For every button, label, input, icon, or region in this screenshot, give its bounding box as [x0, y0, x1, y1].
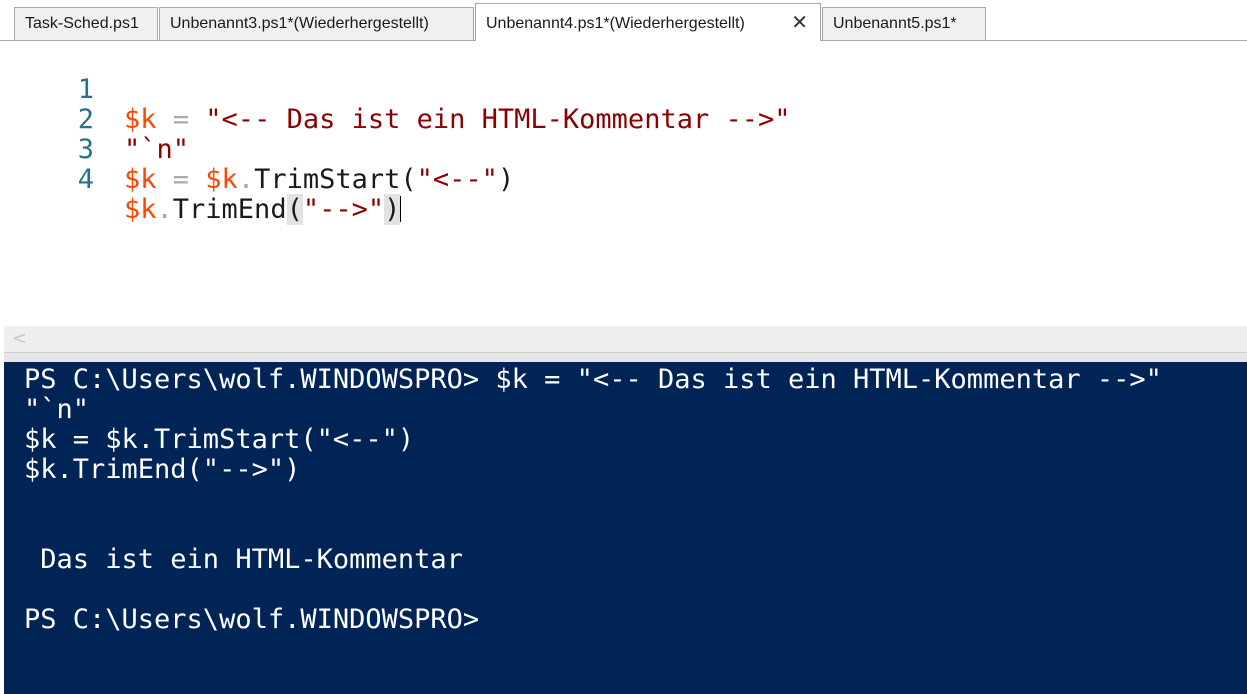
token-variable: $k: [205, 164, 238, 195]
token-operator: .: [237, 164, 255, 195]
token-punctuation: ): [384, 194, 401, 225]
token-punctuation: (: [400, 164, 417, 195]
code-line: 1 $k = "<-- Das ist ein HTML-Kommentar -…: [4, 45, 791, 135]
token-operator: =: [156, 164, 206, 195]
tab-label: Unbenannt3.ps1*(Wiederhergestellt): [170, 15, 429, 32]
token-string: "-->": [302, 194, 385, 225]
token-method: TrimEnd: [172, 194, 287, 225]
console-prompt[interactable]: PS C:\Users\wolf.WINDOWSPRO>: [24, 605, 479, 635]
token-operator: =: [156, 104, 206, 135]
console-line: $k.TrimEnd("-->"): [24, 454, 301, 485]
token-operator: .: [156, 194, 173, 225]
code-line: 2 "`n": [4, 75, 189, 165]
tab-task-sched[interactable]: Task-Sched.ps1: [14, 7, 158, 40]
console-line: "`n": [24, 394, 90, 425]
console-pane[interactable]: PS C:\Users\wolf.WINDOWSPRO> $k = "<-- D…: [4, 362, 1247, 694]
tab-label: Unbenannt4.ps1*(Wiederhergestellt): [486, 15, 745, 32]
token-string: "<--": [416, 164, 498, 195]
token-variable: $k: [124, 104, 157, 135]
text-caret: [400, 196, 402, 222]
editor-horizontal-scrollbar[interactable]: <: [4, 326, 1247, 352]
token-punctuation: ): [497, 164, 515, 195]
console-line: $k = $k.TrimStart("<--"): [24, 424, 415, 455]
code-line: 3 $k = $k.TrimStart("<--"): [4, 105, 514, 195]
code-line: 4 $k.TrimEnd("-->"): [4, 135, 402, 225]
console-line: PS C:\Users\wolf.WINDOWSPRO> $k = "<-- D…: [24, 364, 1162, 395]
tab-unbenannt3[interactable]: Unbenannt3.ps1*(Wiederhergestellt): [159, 7, 474, 40]
tab-label: Unbenannt5.ps1*: [833, 15, 957, 32]
token-string: "`n": [124, 134, 190, 165]
close-icon[interactable]: ✕: [791, 4, 808, 42]
tab-strip: Task-Sched.ps1 Unbenannt3.ps1*(Wiederher…: [0, 0, 1247, 41]
token-punctuation: (: [286, 194, 303, 225]
console-output-line: Das ist ein HTML-Kommentar: [24, 544, 463, 575]
script-editor[interactable]: 1 $k = "<-- Das ist ein HTML-Kommentar -…: [4, 41, 1247, 326]
token-variable: $k: [124, 164, 157, 195]
token-string: "<-- Das ist ein HTML-Kommentar -->": [205, 104, 791, 135]
line-number: 4: [77, 164, 94, 195]
tab-label: Task-Sched.ps1: [25, 15, 139, 32]
token-variable: $k: [124, 194, 157, 225]
token-method: TrimStart: [254, 164, 401, 195]
tab-unbenannt5[interactable]: Unbenannt5.ps1*: [822, 7, 986, 40]
tab-unbenannt4[interactable]: Unbenannt4.ps1*(Wiederhergestellt) ✕: [475, 3, 821, 41]
pane-splitter[interactable]: [4, 352, 1247, 362]
scroll-left-icon[interactable]: <: [12, 328, 27, 349]
